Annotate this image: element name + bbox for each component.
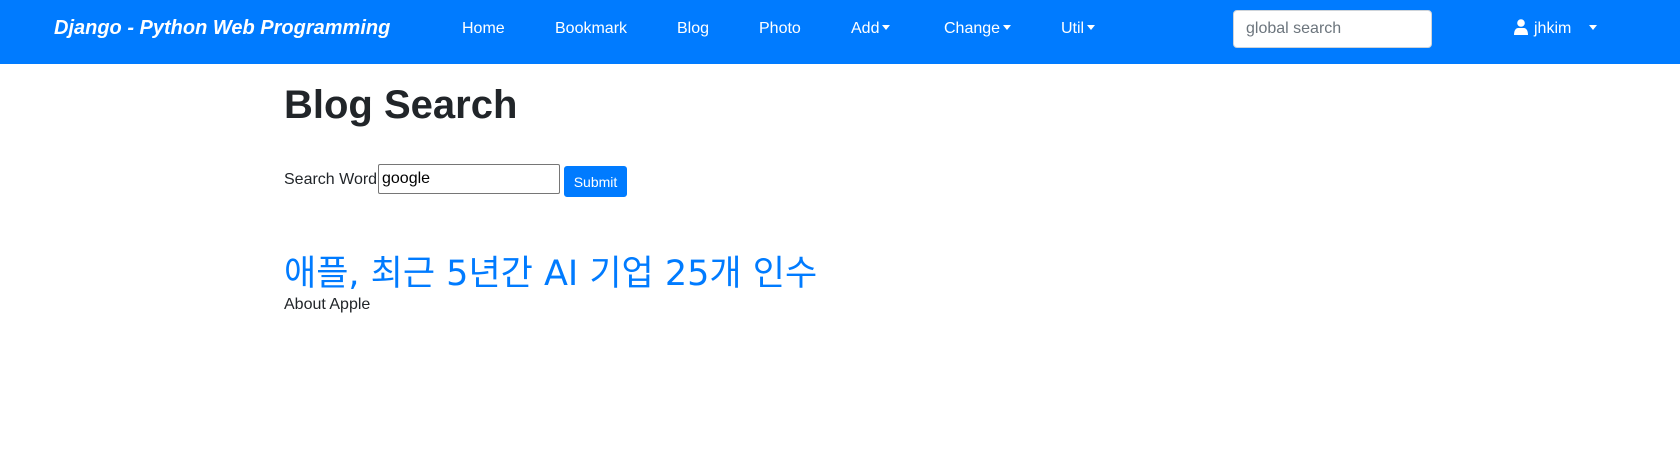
result-description: About Apple (284, 296, 371, 313)
brand-link[interactable]: Django - Python Web Programming (54, 17, 390, 40)
submit-button[interactable]: Submit (564, 166, 627, 197)
result-title-link[interactable]: 애플, 최근 5년간 AI 기업 25개 인수 (284, 245, 817, 296)
caret-down-icon (1589, 25, 1598, 30)
nav-bookmark[interactable]: Bookmark (555, 20, 627, 38)
nav-change-label: Change (944, 20, 1001, 37)
caret-down-icon (882, 25, 891, 30)
nav-util-label: Util (1061, 20, 1085, 37)
nav-blog-label: Blog (677, 20, 710, 37)
nav-photo-label: Photo (759, 20, 801, 37)
global-search-input[interactable] (1233, 10, 1432, 48)
user-name: jhkim (1534, 20, 1572, 37)
page-title: Blog Search (284, 83, 518, 127)
nav-home[interactable]: Home (462, 20, 505, 38)
search-word-label: Search Word: (284, 171, 382, 188)
nav-add-label: Add (851, 20, 880, 37)
nav-util-dropdown[interactable]: Util (1061, 20, 1096, 38)
nav-home-label: Home (462, 20, 505, 37)
nav-change-dropdown[interactable]: Change (944, 20, 1012, 38)
nav-bookmark-label: Bookmark (555, 20, 628, 37)
user-icon (1514, 19, 1528, 40)
caret-down-icon (1003, 25, 1012, 30)
top-navbar: Django - Python Web Programming Home Boo… (0, 0, 1680, 64)
nav-add-dropdown[interactable]: Add (851, 20, 891, 38)
user-menu-dropdown[interactable]: jhkim (1514, 19, 1598, 40)
nav-blog[interactable]: Blog (677, 20, 709, 38)
nav-photo[interactable]: Photo (759, 20, 801, 38)
search-word-input[interactable] (378, 164, 560, 194)
caret-down-icon (1087, 25, 1096, 30)
